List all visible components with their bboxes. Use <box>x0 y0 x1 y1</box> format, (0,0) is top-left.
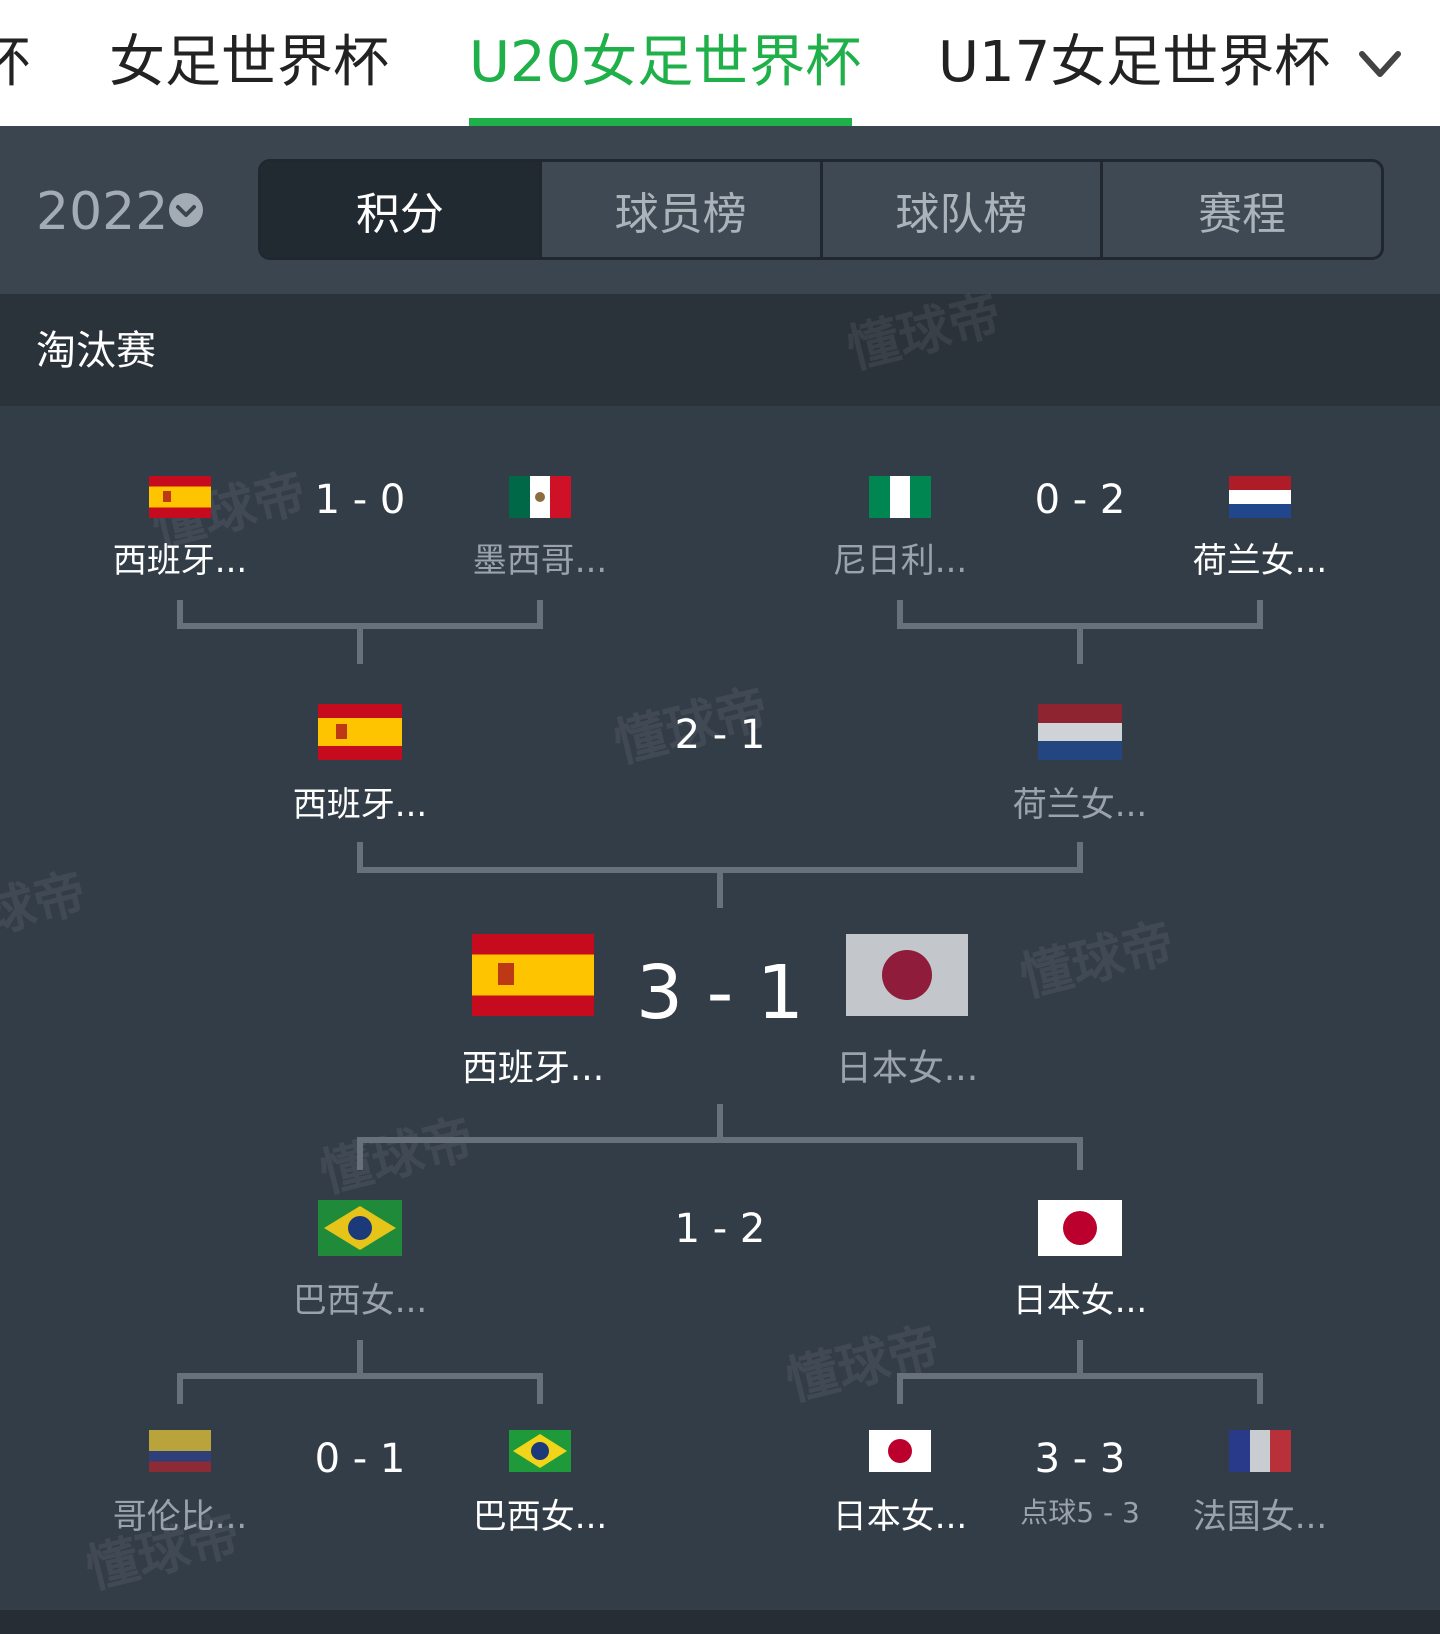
watermark-logo: 懂球帝 <box>314 1108 481 1205</box>
team-name[interactable]: 西班牙... <box>113 540 247 582</box>
active-tab-indicator <box>469 118 852 126</box>
team-name[interactable]: 西班牙... <box>462 1048 604 1090</box>
team-name[interactable]: 荷兰女... <box>1013 784 1147 826</box>
team-name[interactable]: 巴西女... <box>473 1496 607 1538</box>
japan-flag-icon[interactable] <box>1038 1200 1122 1256</box>
watermark-logo: 懂球帝 <box>1014 912 1181 1009</box>
france-flag-icon[interactable] <box>1229 1430 1291 1472</box>
penalty-score: 点球5 - 3 <box>1020 1496 1140 1529</box>
spain-flag-icon[interactable] <box>472 934 594 1016</box>
match-score[interactable]: 1 - 0 <box>315 475 406 525</box>
match-score[interactable]: 2 - 1 <box>675 710 766 760</box>
section-title: 淘汰赛 <box>36 328 156 374</box>
japan-flag-icon[interactable] <box>869 1430 931 1472</box>
match-score[interactable]: 3 - 3 <box>1035 1434 1126 1484</box>
season-year[interactable]: 2022 <box>36 180 168 244</box>
segment-schedule[interactable]: 赛程 <box>1103 162 1381 257</box>
tab-u20-womens-world-cup[interactable]: U20女足世界杯 <box>469 28 861 98</box>
team-name[interactable]: 日本女... <box>836 1048 978 1090</box>
spain-flag-icon[interactable] <box>318 704 402 760</box>
team-name[interactable]: 日本女... <box>833 1496 967 1538</box>
nigeria-flag-icon[interactable] <box>869 476 931 518</box>
segment-standings[interactable]: 积分 <box>261 162 542 257</box>
mexico-flag-icon[interactable] <box>509 476 571 518</box>
team-name[interactable]: 荷兰女... <box>1193 540 1327 582</box>
team-name[interactable]: 巴西女... <box>293 1280 427 1322</box>
spain-flag-icon[interactable] <box>149 476 211 518</box>
team-name[interactable]: 哥伦比... <box>113 1496 247 1538</box>
netherlands-flag-icon[interactable] <box>1229 476 1291 518</box>
team-name[interactable]: 法国女... <box>1193 1496 1327 1538</box>
knockout-section-header: 淘汰赛 <box>0 294 1440 406</box>
chevron-down-icon[interactable] <box>1358 44 1402 84</box>
stats-segment-control: 积分 球员榜 球队榜 赛程 <box>258 159 1384 260</box>
japan-flag-icon[interactable] <box>846 934 968 1016</box>
tab-womens-world-cup[interactable]: 女足世界杯 <box>109 28 389 98</box>
bottom-divider <box>0 1610 1440 1634</box>
watermark-logo: 懂球帝 <box>0 862 93 959</box>
team-name[interactable]: 西班牙... <box>293 784 427 826</box>
team-name[interactable]: 尼日利... <box>833 540 967 582</box>
netherlands-flag-icon[interactable] <box>1038 704 1122 760</box>
team-name[interactable]: 墨西哥... <box>473 540 607 582</box>
match-score[interactable]: 0 - 2 <box>1035 475 1126 525</box>
tab-u17-womens-world-cup[interactable]: U17女足世界杯 <box>938 28 1330 98</box>
tab-womens-cup-partial[interactable]: 杯 <box>0 28 30 98</box>
brazil-flag-icon[interactable] <box>318 1200 402 1256</box>
colombia-flag-icon[interactable] <box>149 1430 211 1472</box>
team-name[interactable]: 日本女... <box>1013 1280 1147 1322</box>
final-score[interactable]: 3 - 1 <box>636 948 804 1038</box>
match-score[interactable]: 1 - 2 <box>675 1204 766 1254</box>
segment-player-rankings[interactable]: 球员榜 <box>542 162 823 257</box>
match-score[interactable]: 0 - 1 <box>315 1434 406 1484</box>
watermark-logo: 懂球帝 <box>780 1316 947 1413</box>
segment-team-rankings[interactable]: 球队榜 <box>823 162 1104 257</box>
chevron-down-circle-icon[interactable] <box>168 192 204 228</box>
competition-tab-bar: 杯 女足世界杯 U20女足世界杯 U17女足世界杯 <box>0 0 1440 126</box>
brazil-flag-icon[interactable] <box>509 1430 571 1472</box>
